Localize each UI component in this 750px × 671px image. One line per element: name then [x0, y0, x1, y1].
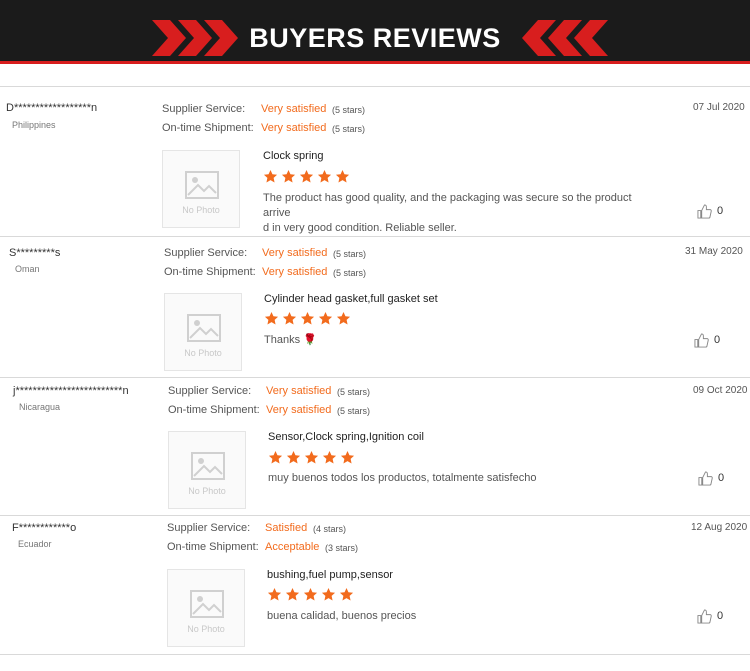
review-comment: buena calidad, buenos precios [267, 610, 417, 622]
review-item: F************o Ecuador Supplier Service:… [0, 515, 750, 655]
ontime-shipment-label: On-time Shipment: [164, 266, 256, 278]
ontime-shipment-value: Very satisfied [266, 404, 332, 416]
supplier-service-stars: (5 stars) [337, 387, 371, 397]
product-photo-placeholder[interactable]: No Photo [162, 150, 240, 228]
rating-stars [268, 450, 355, 466]
star-icon [286, 450, 301, 464]
product-name[interactable]: bushing,fuel pump,sensor [267, 569, 393, 581]
star-icon [335, 169, 350, 183]
ontime-shipment-stars: (3 stars) [325, 543, 359, 553]
no-photo-label: No Photo [182, 205, 220, 215]
buyer-country: Nicaragua [19, 402, 61, 412]
image-placeholder-icon [185, 171, 219, 199]
like-button[interactable]: 0 [697, 204, 737, 222]
supplier-service-value: Very satisfied [261, 103, 327, 115]
no-photo-label: No Photo [188, 486, 226, 496]
star-icon [317, 169, 332, 183]
supplier-service-label: Supplier Service: [164, 247, 248, 259]
star-icon [263, 169, 278, 183]
product-name[interactable]: Cylinder head gasket,full gasket set [264, 293, 438, 305]
ontime-shipment-value: Acceptable [265, 541, 320, 553]
ontime-shipment-stars: (5 stars) [333, 268, 367, 278]
supplier-service-stars: (5 stars) [332, 105, 366, 115]
ontime-shipment-label: On-time Shipment: [167, 541, 259, 553]
star-icon [300, 311, 315, 325]
ontime-shipment-stars: (5 stars) [337, 406, 371, 416]
rating-stars [264, 311, 351, 327]
star-icon [339, 587, 354, 601]
star-icon [336, 311, 351, 325]
star-icon [321, 587, 336, 601]
product-name[interactable]: Clock spring [263, 150, 324, 162]
like-button[interactable]: 0 [694, 333, 734, 351]
like-count: 0 [717, 610, 724, 622]
buyer-name: j*************************n [13, 385, 129, 397]
chevron-left-decoration-icon [522, 20, 608, 56]
supplier-service-label: Supplier Service: [168, 385, 252, 397]
review-comment: muy buenos todos los productos, totalmen… [268, 472, 537, 484]
review-item: S*********s Oman Supplier Service: Very … [0, 236, 750, 377]
star-icon [318, 311, 333, 325]
no-photo-label: No Photo [184, 348, 222, 358]
star-icon [282, 311, 297, 325]
supplier-service-value: Very satisfied [266, 385, 332, 397]
no-photo-label: No Photo [187, 624, 225, 634]
review-date: 31 May 2020 [685, 246, 743, 257]
review-date: 07 Jul 2020 [693, 102, 745, 113]
ontime-shipment-label: On-time Shipment: [162, 122, 254, 134]
thumbs-up-icon [697, 204, 712, 219]
ontime-shipment-label: On-time Shipment: [168, 404, 260, 416]
star-icon [303, 587, 318, 601]
ontime-shipment-value: Very satisfied [262, 266, 328, 278]
ontime-shipment-stars: (5 stars) [332, 124, 366, 134]
star-icon [322, 450, 337, 464]
buyer-country: Philippines [12, 120, 56, 130]
star-icon [304, 450, 319, 464]
reviews-banner: BUYERS REVIEWS [0, 0, 750, 64]
like-count: 0 [714, 334, 721, 346]
buyer-name: D******************n [6, 102, 98, 114]
supplier-service-label: Supplier Service: [162, 103, 246, 115]
image-placeholder-icon [187, 314, 221, 342]
rating-stars [263, 169, 350, 185]
star-icon [264, 311, 279, 325]
buyer-country: Oman [15, 264, 40, 274]
review-date: 09 Oct 2020 [693, 385, 748, 396]
supplier-service-label: Supplier Service: [167, 522, 251, 534]
supplier-service-value: Very satisfied [262, 247, 328, 259]
star-icon [299, 169, 314, 183]
buyer-country: Ecuador [18, 539, 52, 549]
thumbs-up-icon [694, 333, 709, 348]
product-photo-placeholder[interactable]: No Photo [167, 569, 245, 647]
supplier-service-stars: (5 stars) [333, 249, 367, 259]
buyer-name: F************o [12, 522, 77, 534]
star-icon [285, 587, 300, 601]
buyer-name: S*********s [9, 247, 61, 259]
product-photo-placeholder[interactable]: No Photo [164, 293, 242, 371]
review-comment: The product has good quality, and the pa… [263, 192, 632, 234]
product-name[interactable]: Sensor,Clock spring,Ignition coil [268, 431, 424, 443]
review-item: D******************n Philippines Supplie… [0, 86, 750, 236]
rating-stars [267, 587, 354, 603]
review-date: 12 Aug 2020 [691, 522, 748, 533]
page-title: BUYERS REVIEWS [249, 23, 501, 53]
ontime-shipment-value: Very satisfied [261, 122, 327, 134]
like-button[interactable]: 0 [697, 609, 737, 627]
image-placeholder-icon [190, 590, 224, 618]
thumbs-up-icon [698, 471, 713, 486]
star-icon [268, 450, 283, 464]
product-photo-placeholder[interactable]: No Photo [168, 431, 246, 509]
star-icon [281, 169, 296, 183]
supplier-service-value: Satisfied [265, 522, 308, 534]
star-icon [267, 587, 282, 601]
thumbs-up-icon [697, 609, 712, 624]
like-count: 0 [718, 472, 725, 484]
like-button[interactable]: 0 [698, 471, 738, 489]
supplier-service-stars: (4 stars) [313, 524, 347, 534]
image-placeholder-icon [191, 452, 225, 480]
like-count: 0 [717, 205, 724, 217]
review-item: j*************************n Nicaragua Su… [0, 377, 750, 515]
review-comment: Thanks 🌹 [264, 334, 317, 346]
star-icon [340, 450, 355, 464]
